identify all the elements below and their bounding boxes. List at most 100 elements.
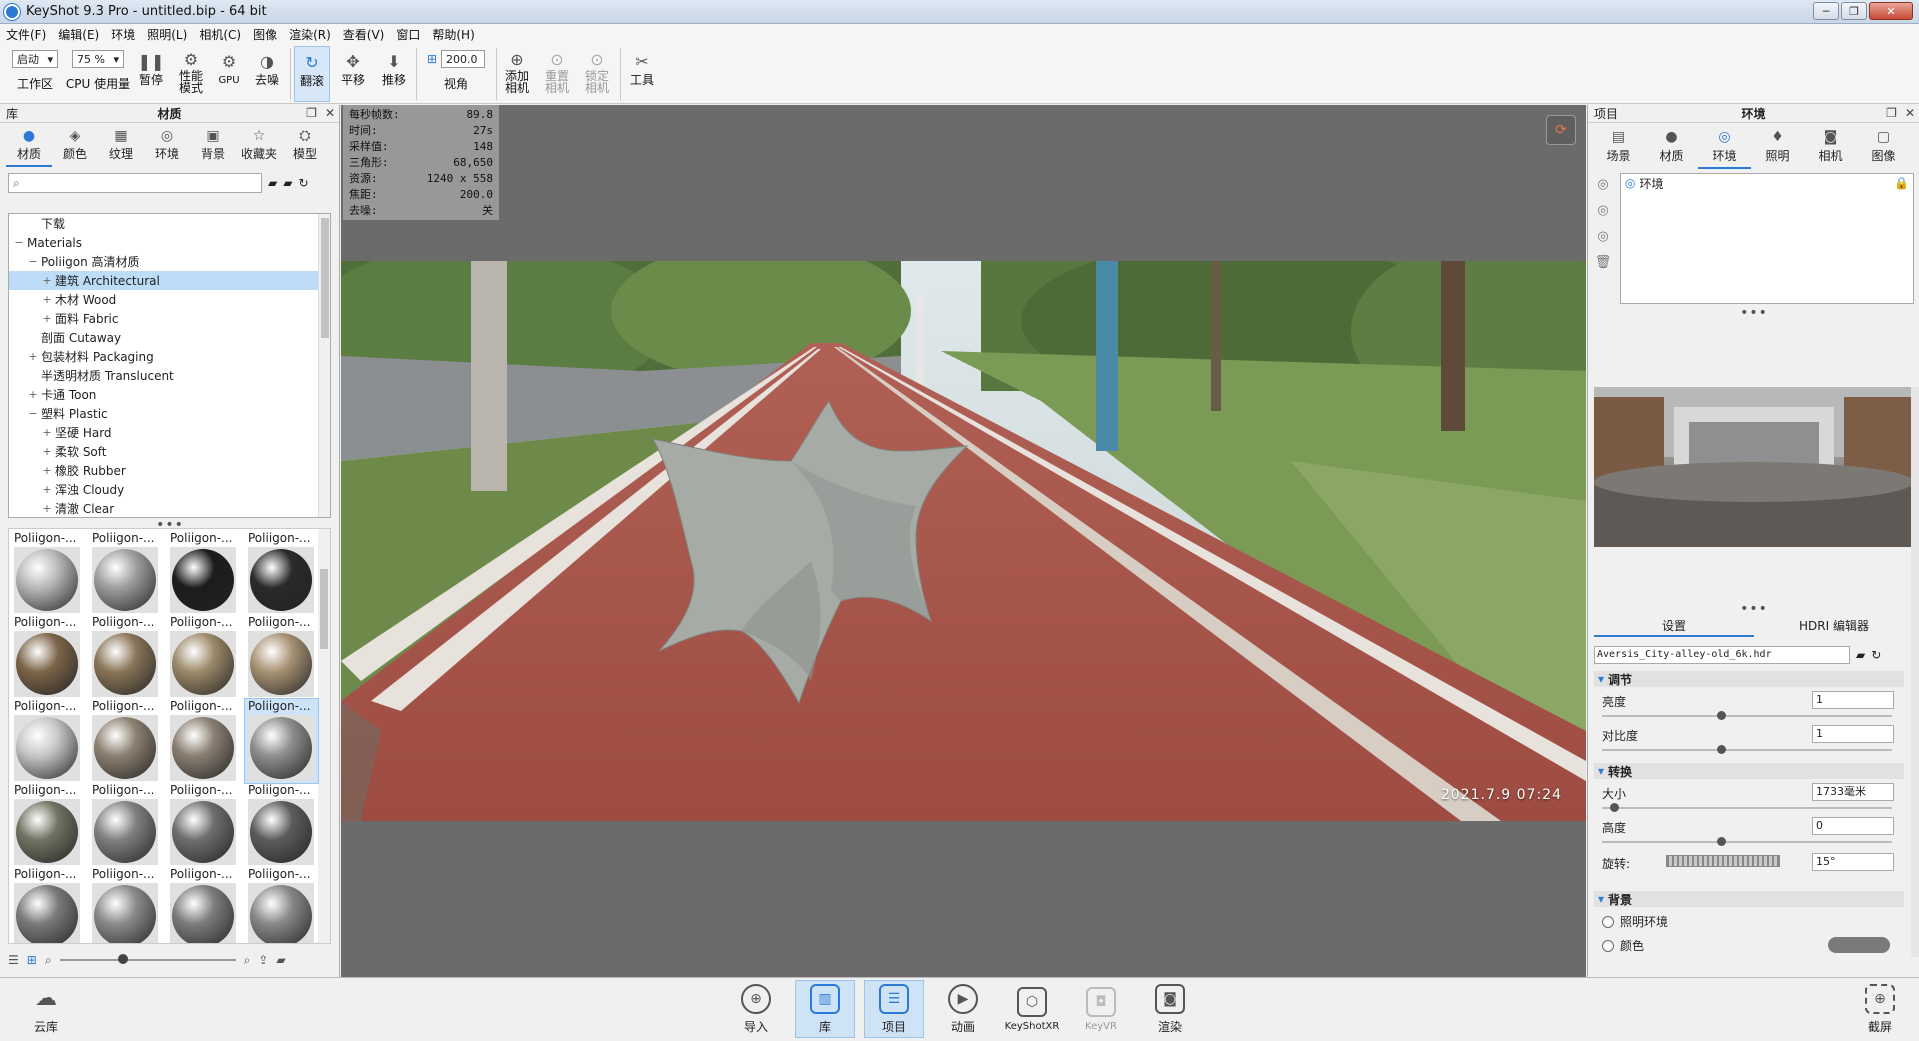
material-thumbnail[interactable]: Poliigon-... bbox=[167, 699, 240, 783]
open-folder-icon[interactable]: ▰ bbox=[1856, 648, 1865, 662]
upload-icon[interactable]: ⇪ bbox=[258, 953, 268, 967]
duplicate-environment-icon[interactable]: ◎ bbox=[1594, 201, 1612, 219]
material-thumbnail[interactable]: Poliigon-... bbox=[167, 783, 240, 867]
menu-help[interactable]: 帮助(H) bbox=[432, 26, 474, 43]
rotation-dial[interactable] bbox=[1666, 855, 1780, 867]
menu-camera[interactable]: 相机(C) bbox=[199, 26, 241, 43]
gpu-button[interactable]: ⚙ GPU bbox=[214, 46, 244, 102]
close-button[interactable]: ✕ bbox=[1869, 2, 1913, 20]
material-thumbnail[interactable]: Poliigon-... bbox=[245, 783, 318, 867]
tab-lighting[interactable]: ♦ 照明 bbox=[1751, 127, 1804, 169]
tree-item[interactable]: − Materials bbox=[9, 233, 319, 252]
splitter-dots[interactable]: ••• bbox=[1588, 306, 1919, 320]
undock-icon[interactable]: ❐ bbox=[1886, 106, 1897, 120]
lock-camera-button[interactable]: ⊙ 锁定 相机 bbox=[580, 46, 614, 102]
menu-file[interactable]: 文件(F) bbox=[6, 26, 46, 43]
material-thumbnail[interactable]: Poliigon-... bbox=[167, 531, 240, 615]
height-input[interactable]: 0 bbox=[1812, 817, 1894, 835]
library-search-input[interactable]: ⌕ bbox=[8, 173, 262, 193]
add-camera-button[interactable]: ⊕ 添加 相机 bbox=[500, 46, 534, 102]
tab-scene[interactable]: ▤ 场景 bbox=[1592, 127, 1645, 169]
material-thumbnail[interactable]: Poliigon-... bbox=[245, 531, 318, 615]
tree-expander-icon[interactable]: − bbox=[13, 236, 25, 249]
tree-item[interactable]: − Poliigon 高清材质 bbox=[9, 252, 319, 271]
list-view-icon[interactable]: ☰ bbox=[8, 953, 19, 967]
hdri-preview[interactable] bbox=[1594, 387, 1914, 547]
render-button[interactable]: ◙ 渲染 bbox=[1140, 980, 1200, 1038]
tab-favorites[interactable]: ☆ 收藏夹 bbox=[236, 127, 282, 167]
tree-item[interactable]: + 清澈 Clear bbox=[9, 499, 319, 517]
material-thumbnail[interactable]: Poliigon-... bbox=[11, 867, 84, 943]
close-icon[interactable]: ✕ bbox=[1905, 106, 1915, 120]
thumbnail-size-slider[interactable] bbox=[59, 954, 236, 964]
brightness-input[interactable]: 1 bbox=[1812, 691, 1894, 709]
denoise-button[interactable]: ◑ 去噪 bbox=[250, 46, 284, 102]
splitter-dots[interactable]: ••• bbox=[1588, 602, 1919, 616]
zoom-in-icon[interactable]: ⌕ bbox=[244, 953, 251, 968]
slider-knob[interactable] bbox=[1717, 745, 1727, 754]
tree-expander-icon[interactable]: + bbox=[41, 464, 53, 477]
library-toggle-button[interactable]: ▥ 库 bbox=[795, 980, 855, 1038]
material-thumbnail[interactable]: Poliigon-... bbox=[245, 867, 318, 943]
tree-expander-icon[interactable]: − bbox=[27, 255, 39, 268]
tree-item[interactable]: 下载 bbox=[9, 214, 319, 233]
material-thumbnail[interactable]: Poliigon-... bbox=[244, 698, 319, 784]
size-input[interactable]: 1733毫米 bbox=[1812, 783, 1894, 801]
environment-settings-icon[interactable]: ◎ bbox=[1594, 227, 1612, 245]
settings-scrollbar[interactable] bbox=[1911, 387, 1919, 957]
tab-colors[interactable]: ◈ 颜色 bbox=[52, 127, 98, 167]
material-thumbnail[interactable]: Poliigon-... bbox=[89, 867, 162, 943]
keyshotxr-button[interactable]: ⬡ KeyShotXR bbox=[1002, 980, 1062, 1038]
tree-item[interactable]: + 浑浊 Cloudy bbox=[9, 480, 319, 499]
performance-mode-button[interactable]: ⚙ 性能 模式 bbox=[174, 46, 208, 102]
import-folder-icon[interactable]: ▰ bbox=[276, 953, 285, 967]
menu-render[interactable]: 渲染(R) bbox=[289, 26, 331, 43]
tree-item[interactable]: + 包装材料 Packaging bbox=[9, 347, 319, 366]
open-folder-icon[interactable]: ▰ bbox=[268, 176, 277, 190]
material-thumbnail[interactable]: Poliigon-... bbox=[167, 867, 240, 943]
tools-button[interactable]: ✂ 工具 bbox=[624, 46, 660, 102]
folder-sync-icon[interactable]: ▰ bbox=[283, 176, 292, 190]
workspace-select[interactable]: 启动 ▾ bbox=[12, 50, 58, 68]
contrast-input[interactable]: 1 bbox=[1812, 725, 1894, 743]
material-thumbnail[interactable]: Poliigon-... bbox=[11, 699, 84, 783]
project-toggle-button[interactable]: ☰ 项目 bbox=[864, 980, 924, 1038]
material-thumbnail[interactable]: Poliigon-... bbox=[167, 615, 240, 699]
close-icon[interactable]: ✕ bbox=[325, 106, 335, 120]
menu-window[interactable]: 窗口 bbox=[396, 26, 420, 43]
menu-view[interactable]: 查看(V) bbox=[343, 26, 385, 43]
pause-button[interactable]: ❚❚ 暂停 bbox=[134, 46, 168, 102]
tree-item[interactable]: + 坚硬 Hard bbox=[9, 423, 319, 442]
brightness-slider[interactable] bbox=[1602, 711, 1892, 720]
tree-expander-icon[interactable]: + bbox=[41, 274, 53, 287]
slider-knob[interactable] bbox=[1717, 711, 1727, 720]
tree-expander-icon[interactable]: + bbox=[41, 483, 53, 496]
tree-expander-icon[interactable]: − bbox=[27, 407, 39, 420]
material-thumbnail[interactable]: Poliigon-... bbox=[11, 615, 84, 699]
tab-backplates[interactable]: ▣ 背景 bbox=[190, 127, 236, 167]
material-thumbnail[interactable]: Poliigon-... bbox=[89, 699, 162, 783]
environment-list-item[interactable]: ◎ 环境 🔒 bbox=[1621, 174, 1913, 192]
material-thumbnail[interactable]: Poliigon-... bbox=[89, 531, 162, 615]
fov-input[interactable]: 200.0 bbox=[441, 50, 486, 68]
tab-textures[interactable]: ▦ 纹理 bbox=[98, 127, 144, 167]
tree-expander-icon[interactable]: + bbox=[41, 293, 53, 306]
contrast-slider[interactable] bbox=[1602, 745, 1892, 754]
radio-color[interactable]: 颜色 bbox=[1602, 937, 1644, 954]
material-thumbnail[interactable]: Poliigon-... bbox=[11, 783, 84, 867]
render-image[interactable]: 2021.7.9 07:24 bbox=[341, 261, 1586, 821]
tree-item[interactable]: 剖面 Cutaway bbox=[9, 328, 319, 347]
slider-knob[interactable] bbox=[1610, 803, 1620, 812]
zoom-out-icon[interactable]: ⌕ bbox=[45, 953, 52, 968]
tab-image[interactable]: ▢ 图像 bbox=[1857, 127, 1910, 169]
tree-item[interactable]: 半透明材质 Translucent bbox=[9, 366, 319, 385]
tab-camera[interactable]: ◙ 相机 bbox=[1804, 127, 1857, 169]
tumble-button[interactable]: ↻ 翻滚 bbox=[294, 46, 330, 102]
trash-icon[interactable]: 🗑 bbox=[1594, 253, 1612, 271]
screenshot-button[interactable]: ⊕ 截屏 bbox=[1850, 980, 1910, 1038]
tree-item[interactable]: − 塑料 Plastic bbox=[9, 404, 319, 423]
tree-item[interactable]: + 建筑 Architectural bbox=[9, 271, 319, 290]
tab-material[interactable]: ● 材质 bbox=[1645, 127, 1698, 169]
tab-materials[interactable]: ● 材质 bbox=[6, 127, 52, 167]
refresh-icon[interactable]: ↻ bbox=[1871, 648, 1881, 662]
